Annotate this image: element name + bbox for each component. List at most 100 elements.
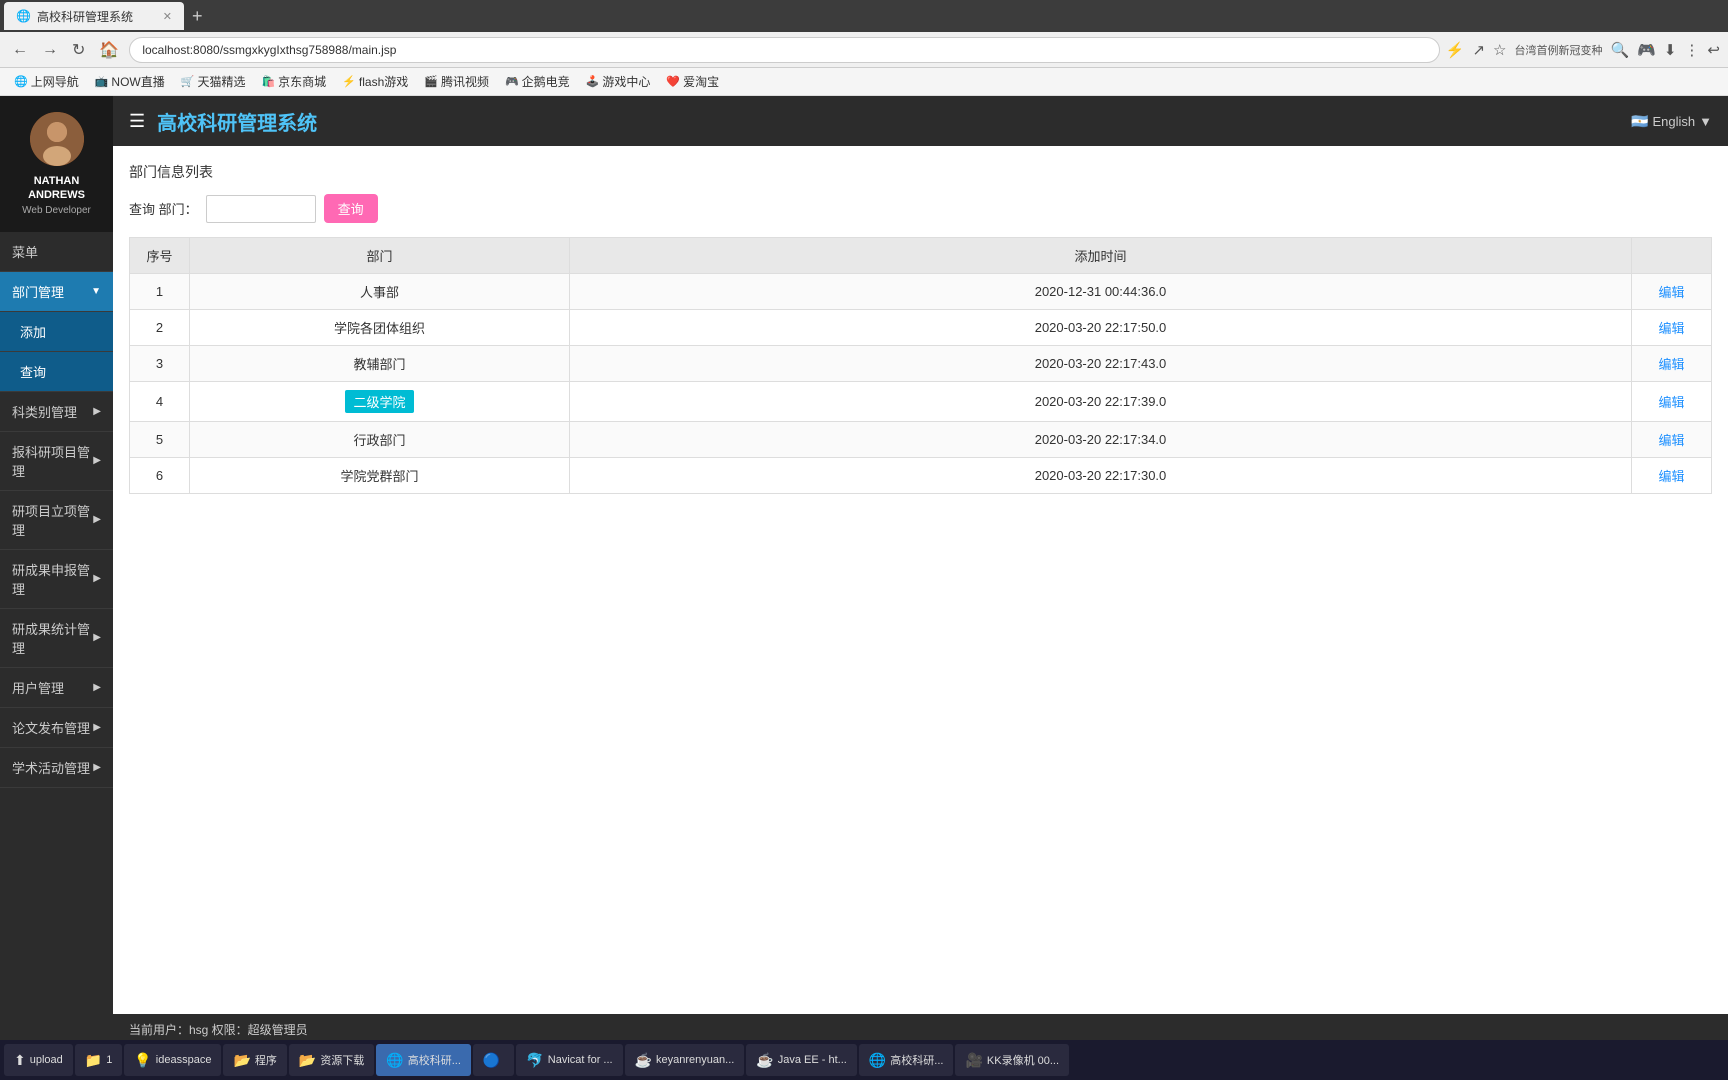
taskbar-item[interactable]: 📂资源下载 [289,1044,374,1076]
taskbar-item-label: Java EE - ht... [778,1054,847,1066]
edit-button[interactable]: 编辑 [1658,466,1684,485]
taskbar-item-label: 高校科研... [890,1052,943,1068]
header-title: 高校科研管理系统 [157,107,317,136]
download-icon[interactable]: ⬇ [1664,41,1677,59]
taskbar-item-label: upload [30,1054,63,1066]
address-bar-row: ← → ↻ 🏠 ⚡ ↗ ☆ 台湾首例新冠变种 🔍 🎮 ⬇ ⋮ ↩ [0,32,1728,68]
chevron-stats-icon: ▶ [93,632,101,643]
bookmark-tencent[interactable]: 🎬 腾讯视频 [418,71,495,92]
taskbar-item[interactable]: 📁1 [75,1044,123,1076]
chevron-dept-icon: ▼ [91,286,101,297]
search-label: 查询 部门： [129,199,198,218]
tab-favicon: 🌐 [16,9,31,23]
taskbar-item[interactable]: 🔵 [473,1044,514,1076]
cell-seq: 2 [130,310,190,346]
cell-time: 2020-03-20 22:17:50.0 [570,310,1632,346]
bookmark-star-icon[interactable]: ☆ [1493,41,1506,59]
bookmarks-bar: 🌐 上网导航 📺 NOW直播 🛒 天猫精选 🛍️ 京东商城 ⚡ flash游戏 … [0,68,1728,96]
cell-edit: 编辑 [1632,310,1712,346]
extensions-icon[interactable]: ⚡ [1446,41,1465,59]
taskbar-item[interactable]: 💡ideasspace [124,1044,221,1076]
sidebar-item-dept-mgmt[interactable]: 部门管理 ▼ [0,272,113,312]
col-header-seq: 序号 [130,238,190,274]
address-input[interactable] [129,37,1439,63]
sidebar-item-category[interactable]: 科类别管理 ▶ [0,392,113,432]
new-tab-button[interactable]: + [184,6,211,27]
tab-close-button[interactable]: ✕ [163,10,172,23]
taskbar-item-icon: 🐬 [526,1052,543,1069]
bookmark-esports[interactable]: 🎮 企鹅电竞 [499,71,576,92]
sidebar-item-research-proj[interactable]: 报科研项目管理 ▶ [0,432,113,491]
edit-button[interactable]: 编辑 [1658,354,1684,373]
taskbar-item[interactable]: 🐬Navicat for ... [516,1044,622,1076]
game-icon[interactable]: 🎮 [1637,41,1656,59]
bookmark-gamecenter[interactable]: 🕹️ 游戏中心 [580,71,657,92]
language-selector[interactable]: 🇦🇷 English ▼ [1631,113,1712,130]
taskbar-item[interactable]: 🌐高校科研... [859,1044,954,1076]
cell-edit: 编辑 [1632,458,1712,494]
taskbar-item-icon: 🔵 [483,1052,500,1069]
undo-icon[interactable]: ↩ [1707,41,1720,59]
page-title: 部门信息列表 [129,162,1712,182]
edit-button[interactable]: 编辑 [1658,282,1684,301]
taskbar-item[interactable]: 🎥KK录像机 00... [955,1044,1069,1076]
back-button[interactable]: ← [8,39,32,61]
taskbar-item[interactable]: ⬆upload [4,1044,73,1076]
settings-icon[interactable]: ⋮ [1684,41,1699,59]
bookmark-icon-taobao: ❤️ [666,75,680,88]
taskbar-item[interactable]: 🌐高校科研... [376,1044,471,1076]
sidebar-item-user-mgmt[interactable]: 用户管理 ▶ [0,668,113,708]
toolbar-icons: ⚡ ↗ ☆ 台湾首例新冠变种 🔍 🎮 ⬇ ⋮ ↩ [1446,41,1720,59]
bookmark-taobao[interactable]: ❤️ 爱淘宝 [660,71,725,92]
sidebar-item-query[interactable]: 查询 [0,352,113,392]
bookmark-tianmao[interactable]: 🛒 天猫精选 [175,71,252,92]
sidebar-item-activity[interactable]: 学术活动管理 ▶ [0,748,113,788]
sidebar-item-menu[interactable]: 菜单 [0,232,113,272]
sidebar: NATHANANDREWS Web Developer 菜单 部门管理 ▼ 添加… [0,96,113,1044]
sidebar-item-paper[interactable]: 论文发布管理 ▶ [0,708,113,748]
cell-dept: 学院党群部门 [190,458,570,494]
cell-edit: 编辑 [1632,346,1712,382]
taskbar-item-label: 资源下载 [320,1052,364,1068]
search-input[interactable] [206,195,316,223]
chevron-category-icon: ▶ [93,406,101,417]
forward-button[interactable]: → [38,39,62,61]
app-container: NATHANANDREWS Web Developer 菜单 部门管理 ▼ 添加… [0,96,1728,1044]
cell-seq: 4 [130,382,190,422]
sidebar-item-stats[interactable]: 研成果统计管理 ▶ [0,609,113,668]
header: ☰ 高校科研管理系统 🇦🇷 English ▼ [113,96,1728,146]
bookmark-shangwang[interactable]: 🌐 上网导航 [8,71,85,92]
taskbar-item[interactable]: ☕keyanrenyuan... [625,1044,745,1076]
table-row: 5行政部门2020-03-20 22:17:34.0编辑 [130,422,1712,458]
search-button[interactable]: 查询 [324,194,378,223]
taskbar-item[interactable]: 📂程序 [223,1044,286,1076]
taskbar-item-label: keyanrenyuan... [656,1054,734,1066]
profile-name: NATHANANDREWS [8,174,105,203]
home-button[interactable]: 🏠 [95,38,123,62]
bookmark-now[interactable]: 📺 NOW直播 [89,71,171,92]
active-tab[interactable]: 🌐 高校科研管理系统 ✕ [4,2,184,30]
taskbar-item-icon: 📁 [85,1052,102,1069]
bookmark-icon-tencent: 🎬 [424,75,438,88]
bookmark-flash[interactable]: ⚡ flash游戏 [336,71,414,92]
cell-time: 2020-03-20 22:17:39.0 [570,382,1632,422]
sidebar-item-add[interactable]: 添加 [0,312,113,352]
share-icon[interactable]: ↗ [1472,41,1485,59]
taskbar-item-label: KK录像机 00... [987,1052,1059,1068]
sidebar-item-results-report[interactable]: 研成果申报管理 ▶ [0,550,113,609]
edit-button[interactable]: 编辑 [1658,430,1684,449]
table-row: 1人事部2020-12-31 00:44:36.0编辑 [130,274,1712,310]
taskbar-item[interactable]: ☕ Java EE - ht... [746,1044,857,1076]
cell-dept: 教辅部门 [190,346,570,382]
hamburger-icon[interactable]: ☰ [129,111,145,132]
cell-seq: 1 [130,274,190,310]
edit-button[interactable]: 编辑 [1658,392,1684,411]
bookmark-jingdong[interactable]: 🛍️ 京东商城 [255,71,332,92]
taskbar-item-icon: ☕ [756,1052,773,1069]
refresh-button[interactable]: ↻ [68,38,89,62]
search-icon[interactable]: 🔍 [1610,41,1629,59]
search-bar: 查询 部门： 查询 [129,194,1712,223]
bookmark-icon-jingdong: 🛍️ [261,75,275,88]
edit-button[interactable]: 编辑 [1658,318,1684,337]
sidebar-item-proj-establish[interactable]: 研项目立项管理 ▶ [0,491,113,550]
